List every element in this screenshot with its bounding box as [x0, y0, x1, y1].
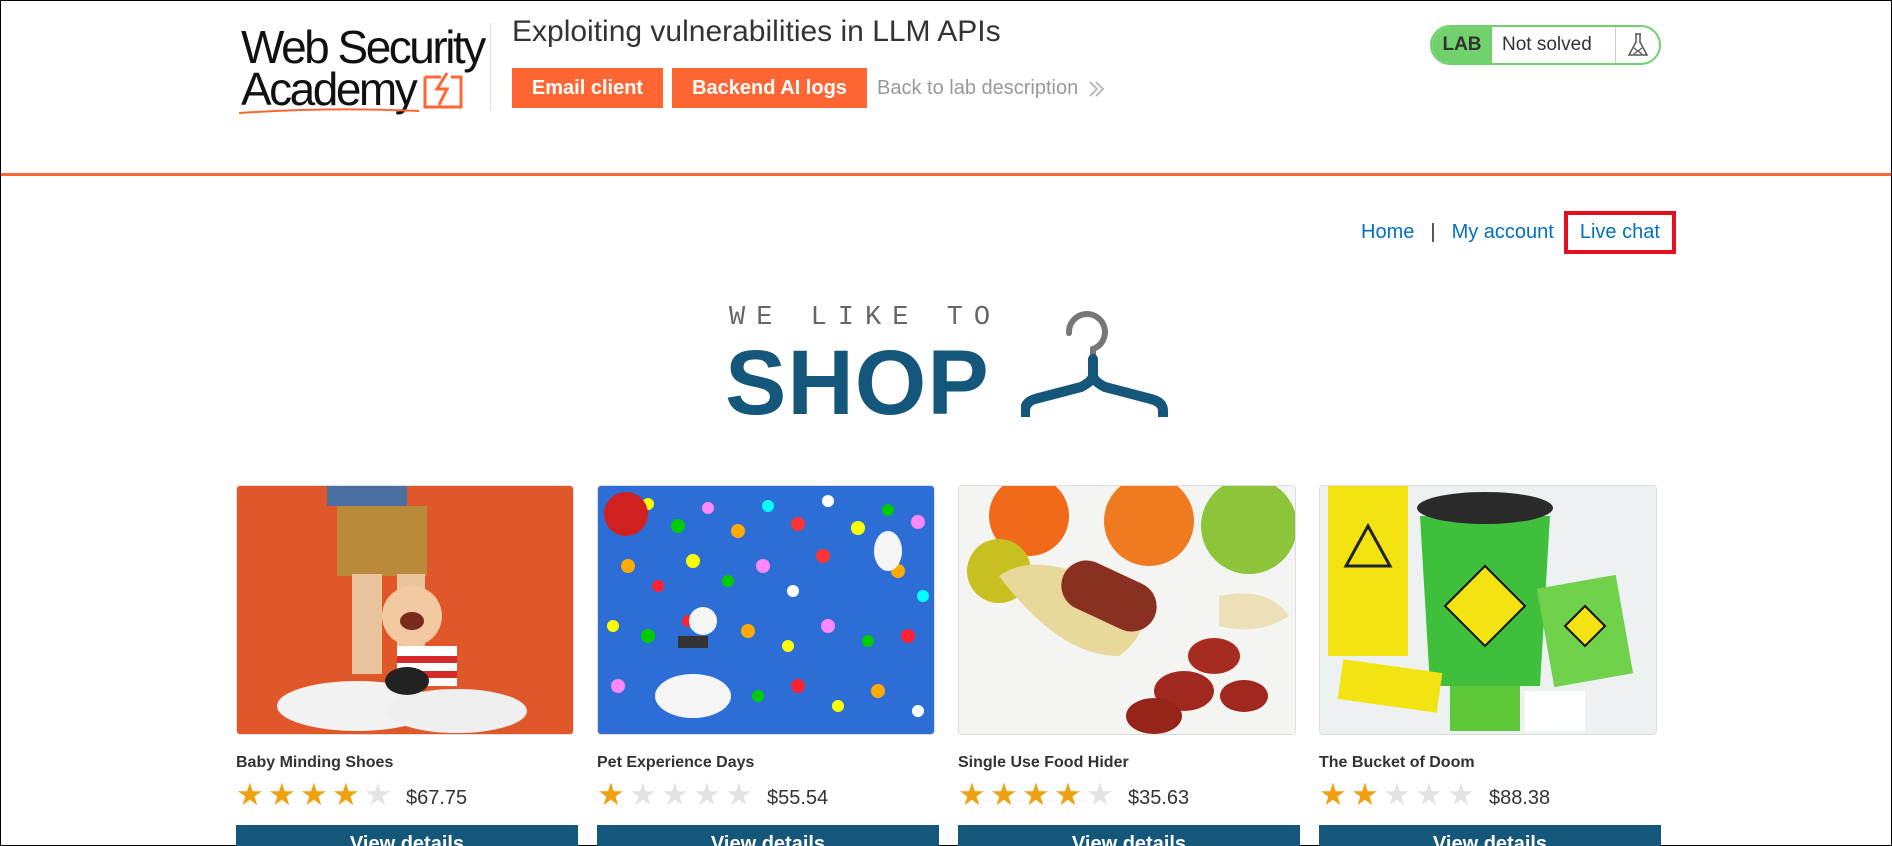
star-icon: ★ — [693, 777, 721, 812]
nav-home-link[interactable]: Home — [1361, 221, 1414, 244]
star-icon: ★ — [236, 777, 264, 812]
product-price: $35.63 — [1128, 786, 1190, 809]
product-card: Single Use Food Hider ★ ★ ★ ★ ★ $35.63 V… — [958, 485, 1300, 846]
star-icon: ★ — [1054, 777, 1082, 812]
logo-line2: Academy — [241, 63, 418, 115]
star-icon: ★ — [1383, 777, 1411, 812]
view-details-button[interactable]: View details — [958, 825, 1300, 846]
nav-my-account-link[interactable]: My account — [1452, 221, 1554, 244]
star-icon: ★ — [1022, 777, 1050, 812]
web-security-academy-logo[interactable]: Web Security Academy — [237, 23, 487, 115]
academy-header: Web Security Academy Exploiting vulnerab… — [1, 1, 1891, 176]
product-card: The Bucket of Doom ★ ★ ★ ★ ★ $88.38 View… — [1319, 485, 1661, 846]
star-icon: ★ — [268, 777, 296, 812]
lab-state: Not solved — [1492, 27, 1616, 63]
star-icon: ★ — [597, 777, 625, 812]
star-icon: ★ — [1351, 777, 1379, 812]
product-card: Baby Minding Shoes ★ ★ ★ ★ ★ $67.75 View… — [236, 485, 578, 846]
header-divider — [490, 23, 491, 111]
star-icon: ★ — [1415, 777, 1443, 812]
star-icon: ★ — [958, 777, 986, 812]
hero-shop-text: SHOP — [725, 332, 990, 434]
product-image-baby-minding-shoes[interactable] — [236, 485, 574, 735]
lab-status-widget: LAB Not solved — [1430, 25, 1661, 65]
logo-swoosh — [239, 108, 419, 114]
product-name: Pet Experience Days — [597, 754, 755, 771]
view-details-button[interactable]: View details — [1319, 825, 1661, 846]
product-image-the-bucket-of-doom[interactable] — [1319, 485, 1657, 735]
back-to-lab-description-link[interactable]: Back to lab description — [877, 77, 1106, 100]
product-image-pet-experience-days[interactable] — [597, 485, 935, 735]
star-icon: ★ — [364, 777, 392, 812]
back-link-label: Back to lab description — [877, 77, 1079, 99]
product-rating-row: ★ ★ ★ ★ ★ $55.54 — [597, 777, 937, 812]
double-chevron-right-icon — [1089, 81, 1105, 97]
lab-label: LAB — [1432, 27, 1492, 63]
site-nav: Home | My account Live chat — [1361, 211, 1676, 254]
product-rating-row: ★ ★ ★ ★ ★ $88.38 — [1319, 777, 1659, 812]
star-icon: ★ — [300, 777, 328, 812]
lightning-icon — [423, 72, 463, 109]
star-icon: ★ — [725, 777, 753, 812]
product-card: Pet Experience Days ★ ★ ★ ★ ★ $55.54 Vie… — [597, 485, 939, 846]
shop-hero-banner: WE LIKE TO SHOP — [723, 301, 1173, 434]
product-image-single-use-food-hider[interactable] — [958, 485, 1296, 735]
product-name: Single Use Food Hider — [958, 754, 1129, 771]
hanger-icon — [1021, 311, 1168, 417]
product-name: Baby Minding Shoes — [236, 754, 394, 771]
product-rating-row: ★ ★ ★ ★ ★ $35.63 — [958, 777, 1298, 812]
lab-title: Exploiting vulnerabilities in LLM APIs — [512, 15, 1001, 48]
star-icon: ★ — [1447, 777, 1475, 812]
nav-live-chat-link[interactable]: Live chat — [1580, 221, 1660, 243]
star-icon: ★ — [990, 777, 1018, 812]
nav-separator: | — [1430, 221, 1436, 243]
star-icon: ★ — [661, 777, 689, 812]
view-details-button[interactable]: View details — [597, 825, 939, 846]
star-icon: ★ — [332, 777, 360, 812]
star-icon: ★ — [1319, 777, 1347, 812]
product-price: $67.75 — [406, 786, 468, 809]
backend-ai-logs-button[interactable]: Backend AI logs — [672, 68, 867, 108]
product-name: The Bucket of Doom — [1319, 754, 1475, 771]
product-rating-row: ★ ★ ★ ★ ★ $67.75 — [236, 777, 576, 812]
product-price: $55.54 — [767, 786, 829, 809]
product-price: $88.38 — [1489, 786, 1551, 809]
flask-icon — [1616, 27, 1659, 63]
hero-tagline: WE LIKE TO — [729, 303, 1002, 333]
email-client-button[interactable]: Email client — [512, 68, 663, 108]
view-details-button[interactable]: View details — [236, 825, 578, 846]
live-chat-highlight: Live chat — [1563, 211, 1676, 254]
star-icon: ★ — [629, 777, 657, 812]
star-icon: ★ — [1086, 777, 1114, 812]
